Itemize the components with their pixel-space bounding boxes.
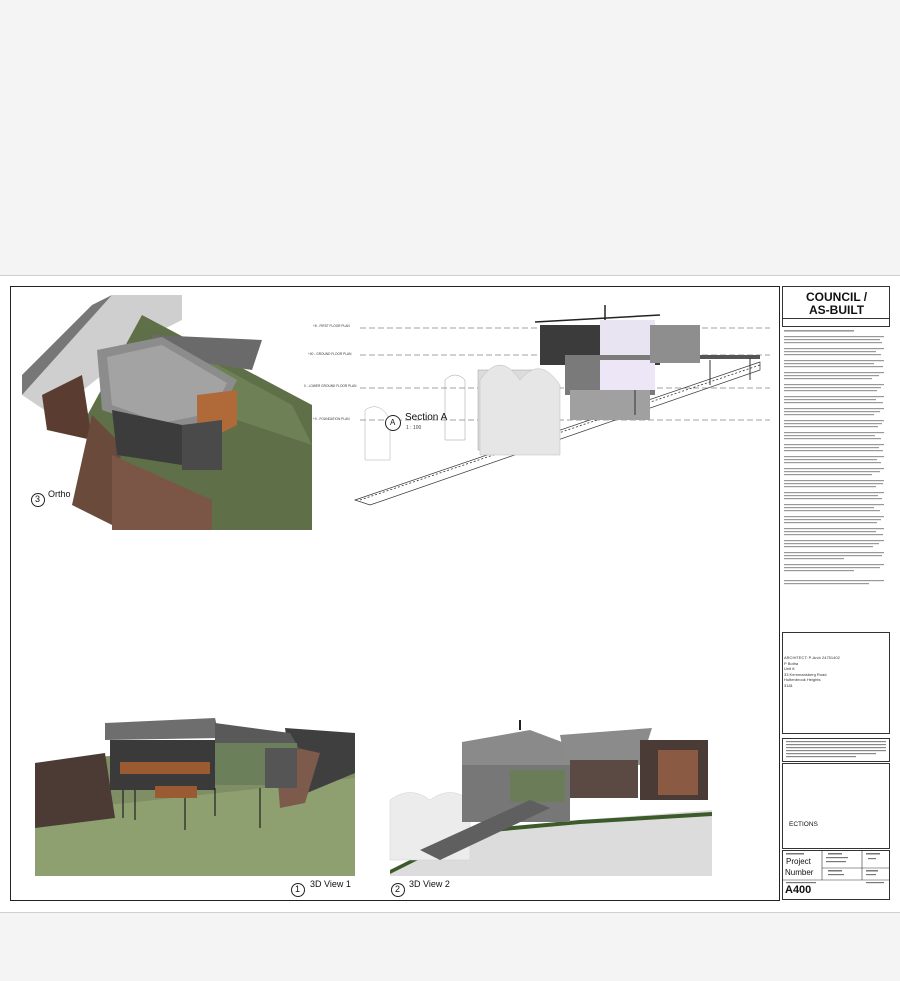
3d-view-1-render [35,718,355,876]
section-a-scale: 1 : 100 [406,425,422,431]
title-block-revision-table [782,318,890,327]
ortho-view-number: 3 [35,494,41,504]
section-a-drawing [353,305,770,506]
level-label-first-floor: +8 - FIRST FLOOR PLAN [313,324,350,328]
title-block-sheet-name: ECTIONS [789,821,818,828]
title-block-drawing-number: A400 [785,884,812,896]
3d-view-2-number: 2 [395,884,401,894]
title-block-stage-line1: COUNCIL / [806,290,868,304]
section-a-marker-letter: A [390,418,396,427]
level-label-ground-floor: +00 - GROUND FLOOR PLAN [308,352,352,356]
title-block-number-label: Number [785,868,814,877]
section-a-title: Section A [405,412,448,423]
3d-view-2-render [389,720,712,876]
title-block-architect: ARCHITECT: P-Arch 24751402 P Botha Unit … [784,655,840,688]
title-block-disclaimer [786,741,886,758]
level-label-lower-ground: 0 - LOWER GROUND FLOOR PLAN [304,384,357,388]
3d-view-1-label: 3D View 1 [310,879,351,889]
title-block-notes [784,330,884,585]
title-block-project-label: Project [786,857,811,866]
title-block-stage-line2: AS-BUILT [809,303,865,317]
ortho-view-label: Ortho [48,489,71,499]
3d-view-1-number: 1 [295,884,301,894]
title-block-sheet-name-box [782,763,890,849]
level-label-foundation: +0 - FOUNDATION PLAN [313,417,350,421]
3d-view-2-label: 3D View 2 [409,879,450,889]
